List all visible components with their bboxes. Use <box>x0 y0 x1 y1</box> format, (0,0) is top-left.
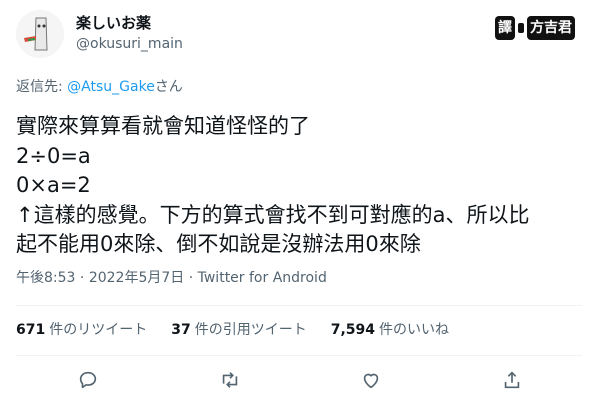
avatar[interactable] <box>16 10 64 58</box>
watermark: 譯 方吉君 <box>495 14 575 42</box>
reply-to-suffix: さん <box>154 79 183 95</box>
avatar-image <box>16 10 64 58</box>
like-button[interactable] <box>357 366 385 394</box>
tweet-text: 實際來算算看就會知道怪怪的了 2÷0=a 0×a=2 ↑這樣的感覺。下方的算式會… <box>16 112 529 260</box>
likes-label: 件のいいね <box>379 322 450 338</box>
watermark-right: 方吉君 <box>527 16 575 40</box>
retweets-label: 件のリツイート <box>49 322 148 338</box>
meta-separator: · <box>184 270 198 286</box>
divider <box>16 305 582 306</box>
watermark-left: 譯 <box>495 16 515 40</box>
watermark-dot <box>518 23 524 33</box>
tweet-line: 實際來算算看就會知道怪怪的了 <box>16 114 310 138</box>
tweet-line: 0×a=2 <box>16 173 91 198</box>
reply-button[interactable] <box>74 366 102 394</box>
retweet-button[interactable] <box>216 366 244 394</box>
reply-to-line: 返信先: @Atsu_Gakeさん <box>16 77 183 97</box>
tweet-meta: 午後8:53 · 2022年5月7日 · Twitter for Android <box>16 268 327 288</box>
meta-separator: · <box>75 270 89 286</box>
quotes-stat[interactable]: 37 件の引用ツイート <box>171 320 306 340</box>
retweet-icon <box>222 372 238 388</box>
user-handle[interactable]: @okusuri_main <box>76 35 183 53</box>
reply-to-mention[interactable]: @Atsu_Gake <box>67 79 155 95</box>
action-bar <box>0 366 598 394</box>
retweets-count: 671 <box>16 322 46 338</box>
heart-icon <box>363 373 379 389</box>
retweets-stat[interactable]: 671 件のリツイート <box>16 320 147 340</box>
quotes-label: 件の引用ツイート <box>194 322 307 338</box>
tweet-line: 2÷0=a <box>16 143 91 168</box>
likes-count: 7,594 <box>330 322 376 338</box>
divider <box>16 355 582 356</box>
share-icon <box>504 371 520 389</box>
share-button[interactable] <box>498 366 526 394</box>
likes-stat[interactable]: 7,594 件のいいね <box>331 320 449 340</box>
reply-icon <box>79 371 97 389</box>
reply-to-prefix: 返信先: <box>16 79 63 95</box>
tweet-line: ↑這樣的感覺。下方的算式會找不到可對應的a、所以比 <box>16 202 530 227</box>
tweet-source[interactable]: Twitter for Android <box>198 270 327 286</box>
tweet-line: 起不能用0來除、倒不如說是沒辦法用0來除 <box>16 232 421 257</box>
tweet-stats: 671 件のリツイート 37 件の引用ツイート 7,594 件のいいね <box>16 320 449 340</box>
tweet-time[interactable]: 午後8:53 <box>16 270 75 286</box>
display-name[interactable]: 楽しいお薬 <box>76 13 151 33</box>
quotes-count: 37 <box>171 322 191 338</box>
tweet-date[interactable]: 2022年5月7日 <box>89 270 184 286</box>
